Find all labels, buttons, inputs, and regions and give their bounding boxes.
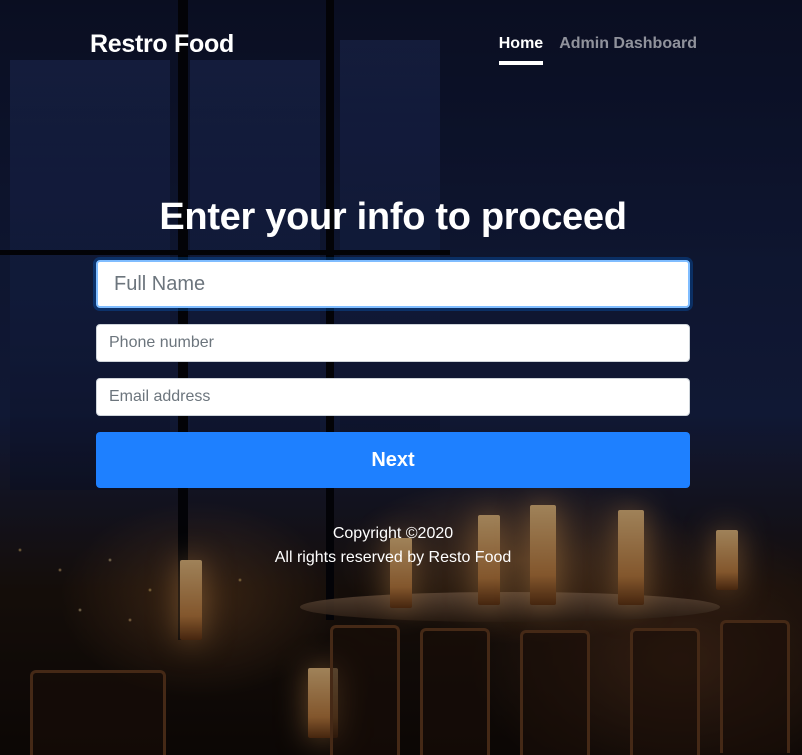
- rights-text: All rights reserved by Resto Food: [274, 549, 512, 566]
- page-title: Enter your info to proceed: [159, 196, 627, 238]
- nav-link-admin-dashboard[interactable]: Admin Dashboard: [559, 35, 697, 65]
- main-nav: Home Admin Dashboard: [498, 35, 697, 65]
- phone-number-input[interactable]: [96, 324, 690, 362]
- next-button[interactable]: Next: [96, 432, 690, 488]
- header: Restro Food Home Admin Dashboard: [0, 0, 802, 80]
- email-address-input[interactable]: [96, 378, 690, 416]
- full-name-input[interactable]: [96, 260, 690, 308]
- page: Restro Food Home Admin Dashboard Enter y…: [0, 0, 802, 755]
- copyright-text: Copyright ©2020: [332, 525, 454, 542]
- footer: Copyright ©2020 All rights reserved by R…: [0, 522, 786, 570]
- brand-logo[interactable]: Restro Food: [90, 30, 234, 59]
- nav-link-home[interactable]: Home: [498, 35, 544, 65]
